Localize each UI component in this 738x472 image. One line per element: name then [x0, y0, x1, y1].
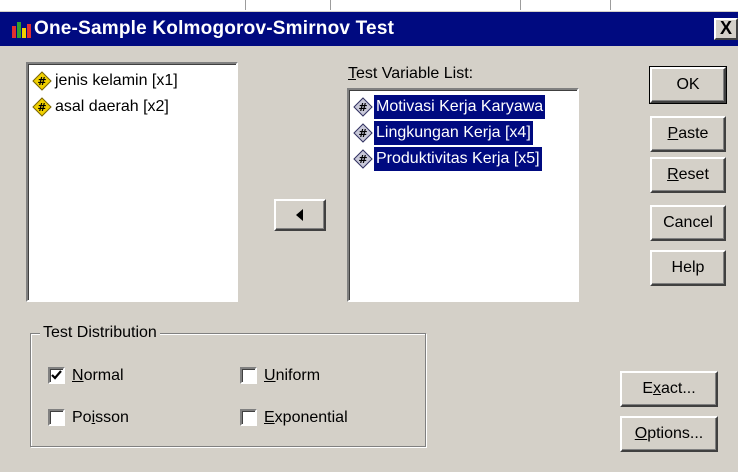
checkbox-box[interactable]	[48, 367, 65, 384]
arrow-left-icon	[296, 209, 303, 221]
numeric-variable-icon: #	[32, 97, 52, 117]
numeric-variable-icon: #	[353, 123, 373, 143]
checkbox-box[interactable]	[240, 409, 257, 426]
svg-text:#: #	[37, 75, 46, 88]
test-variable-list[interactable]: # Motivasi Kerja Karyawa # Lingkungan Ke…	[347, 88, 579, 302]
close-button[interactable]: X	[714, 18, 738, 40]
ok-button[interactable]: OK	[649, 66, 727, 104]
checkbox-label: Poisson	[72, 409, 129, 426]
checkbox-box[interactable]	[48, 409, 65, 426]
variable-label: jenis kelamin [x1]	[55, 72, 178, 89]
checkbox-label: Normal	[72, 367, 124, 384]
window-title: One-Sample Kolmogorov-Smirnov Test	[34, 18, 395, 39]
reset-button[interactable]: Reset	[650, 157, 726, 193]
variable-label: asal daerah [x2]	[55, 98, 169, 115]
variable-label: Produktivitas Kerja [x5]	[374, 147, 542, 171]
svg-text:#: #	[37, 101, 46, 114]
numeric-variable-icon: #	[353, 149, 373, 169]
exact-button[interactable]: Exact...	[620, 371, 718, 407]
source-variable-list[interactable]: # jenis kelamin [x1] # asal daerah [x2]	[26, 62, 238, 302]
checkbox-label: Exponential	[264, 409, 348, 426]
paste-button[interactable]: Paste	[650, 116, 726, 152]
numeric-variable-icon: #	[32, 71, 52, 91]
move-variable-button[interactable]	[274, 199, 326, 231]
test-distribution-group	[30, 333, 426, 447]
variable-label: Lingkungan Kerja [x4]	[374, 121, 533, 145]
checkbox-box[interactable]	[240, 367, 257, 384]
checkbox-label: Uniform	[264, 367, 321, 384]
options-button[interactable]: Options...	[620, 416, 718, 452]
cancel-button[interactable]: Cancel	[650, 205, 726, 241]
title-bar[interactable]: One-Sample Kolmogorov-Smirnov Test X	[0, 12, 738, 46]
background-window-strip	[0, 0, 738, 12]
variable-label: Motivasi Kerja Karyawa	[374, 95, 546, 119]
exponential-checkbox[interactable]: Exponential	[240, 407, 390, 429]
svg-text:#: #	[358, 127, 367, 140]
test-variable-list-label: Test Variable List:	[348, 65, 474, 82]
normal-checkbox[interactable]: Normal	[48, 365, 168, 387]
numeric-variable-icon: #	[353, 97, 373, 117]
ks-test-dialog: One-Sample Kolmogorov-Smirnov Test X # j…	[0, 0, 738, 472]
uniform-checkbox[interactable]: Uniform	[240, 365, 360, 387]
spss-app-icon	[12, 22, 31, 38]
svg-text:#: #	[358, 153, 367, 166]
test-distribution-title: Test Distribution	[40, 322, 160, 344]
poisson-checkbox[interactable]: Poisson	[48, 407, 168, 429]
help-button[interactable]: Help	[650, 250, 726, 286]
checkmark-icon	[51, 370, 62, 380]
svg-text:#: #	[358, 101, 367, 114]
